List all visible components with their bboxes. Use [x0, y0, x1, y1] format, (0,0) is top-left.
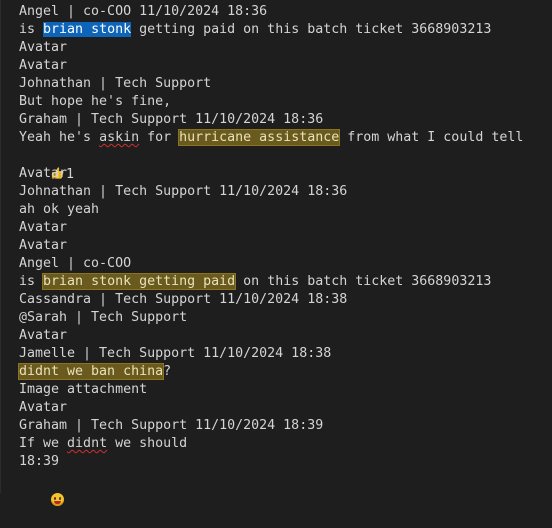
message-header: Johnathan | Tech Support [19, 76, 212, 91]
message-text: But hope he's fine, [19, 94, 172, 109]
avatar-label: Avatar [19, 238, 68, 253]
reaction[interactable]: 1 [19, 148, 74, 182]
message-header: Jamelle | Tech Support 11/10/2024 18:38 [19, 346, 332, 361]
text-editor[interactable]: Angel | co-COO 11/10/2024 18:36 is brian… [0, 0, 552, 506]
message-text: ah ok yeah [19, 202, 100, 217]
grinning-face-icon [51, 493, 65, 506]
misspelled-word: didnt [67, 436, 108, 451]
timestamp: 18:39 [19, 454, 60, 469]
message-text[interactable]: is brian stonk getting paid on this batc… [19, 21, 491, 39]
message-header: Graham | Tech Support 11/10/2024 18:39 [19, 418, 324, 433]
search-highlight: hurricane assistance [178, 129, 341, 146]
emoji-line [19, 474, 65, 506]
message-text: is brian stonk getting paid on this batc… [19, 273, 492, 290]
avatar-label: Avatar [19, 166, 68, 181]
avatar-label: Avatar [19, 220, 68, 235]
message-header: Cassandra | Tech Support 11/10/2024 18:3… [19, 292, 348, 307]
reaction-count: 1 [66, 167, 75, 182]
selected-text: brian stonk [43, 22, 132, 37]
image-attachment[interactable]: Image attachment [19, 381, 147, 399]
message-text: If we didnt we should [19, 436, 188, 451]
avatar-label: Avatar [19, 58, 68, 73]
misspelled-word: askin [99, 130, 140, 145]
mention[interactable]: @Sarah | Tech Support [19, 309, 187, 327]
avatar-label: Avatar [19, 328, 68, 343]
message-text: didnt we ban china? [17, 363, 172, 380]
message-header: Angel | co-COO [19, 256, 132, 271]
message-header: Graham | Tech Support 11/10/2024 18:36 [19, 112, 324, 127]
message-header: Angel | co-COO 11/10/2024 18:36 [19, 4, 268, 19]
message-header: Johnathan | Tech Support 11/10/2024 18:3… [19, 184, 348, 199]
search-highlight: brian stonk getting paid [42, 273, 237, 290]
avatar-label: Avatar [19, 400, 68, 415]
search-highlight: didnt we ban china [17, 363, 165, 380]
message-text: Yeah he's askin for hurricane assistance… [19, 129, 524, 146]
avatar-label: Avatar [19, 40, 68, 55]
